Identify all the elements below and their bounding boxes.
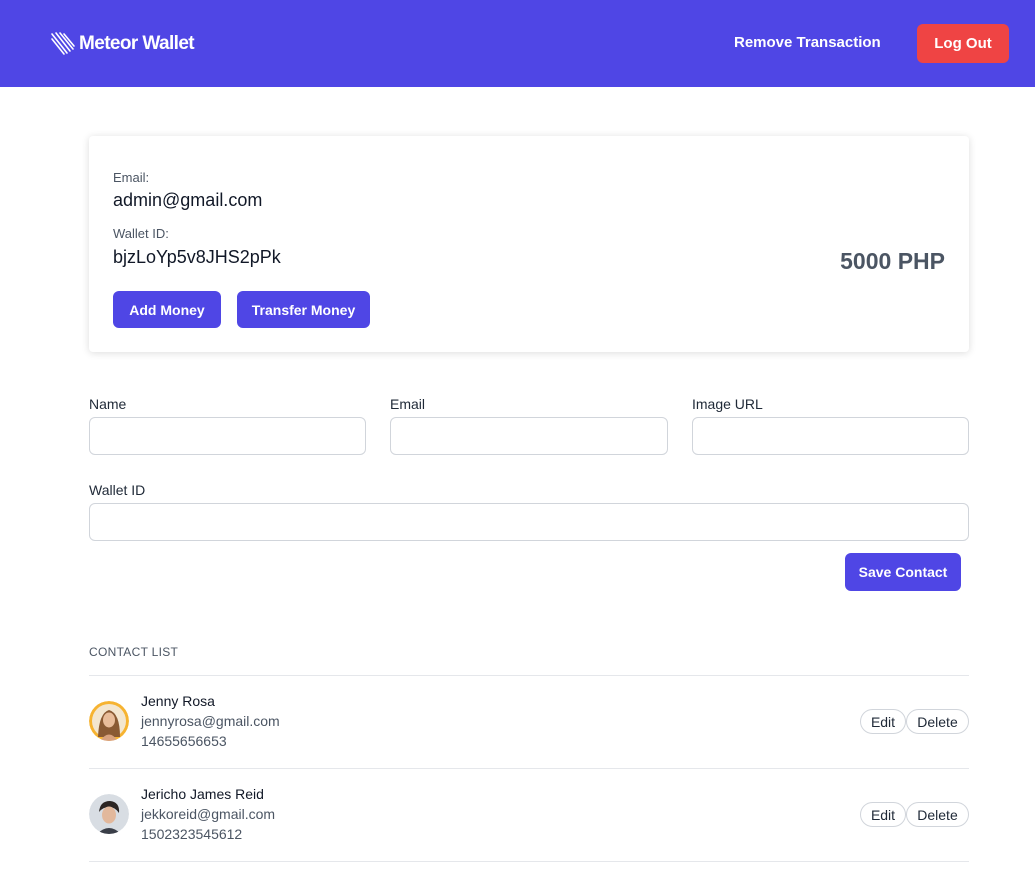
name-input[interactable] [89, 417, 366, 455]
remove-transaction-link[interactable]: Remove Transaction [734, 34, 881, 51]
image-url-label: Image URL [692, 396, 763, 412]
avatar [89, 794, 129, 834]
logout-button[interactable]: Log Out [917, 24, 1009, 63]
image-url-input[interactable] [692, 417, 969, 455]
brand-logo[interactable]: Meteor Wallet [50, 30, 195, 58]
account-card: Email: admin@gmail.com Wallet ID: bjzLoY… [89, 136, 969, 352]
save-contact-button[interactable]: Save Contact [845, 553, 961, 591]
transfer-money-button[interactable]: Transfer Money [237, 291, 370, 328]
divider [89, 861, 969, 862]
delete-button[interactable]: Delete [906, 802, 969, 827]
add-money-button[interactable]: Add Money [113, 291, 221, 328]
email-field-label: Email [390, 396, 426, 412]
wallet-id-label: Wallet ID: [113, 226, 169, 241]
edit-button[interactable]: Edit [860, 709, 906, 734]
contact-phone: 14655656653 [141, 733, 227, 749]
contact-name: Jenny Rosa [141, 693, 215, 709]
contact-list-heading: CONTACT LIST [89, 645, 179, 659]
meteor-icon [51, 32, 75, 55]
brand-name: Meteor Wallet [79, 33, 195, 54]
contact-phone: 1502323545612 [141, 826, 243, 842]
avatar [89, 701, 129, 741]
name-label: Name [89, 396, 127, 412]
delete-button[interactable]: Delete [906, 709, 969, 734]
email-label: Email: [113, 170, 150, 185]
list-item: Jericho James Reid jekkoreid@gmail.com 1… [89, 768, 969, 861]
edit-button[interactable]: Edit [860, 802, 906, 827]
wallet-id-input[interactable] [89, 503, 969, 541]
account-wallet-id: bjzLoYp5v8JHS2pPk [113, 247, 281, 267]
account-email: admin@gmail.com [113, 190, 263, 210]
contact-email: jennyrosa@gmail.com [141, 713, 280, 729]
contact-name: Jericho James Reid [141, 786, 264, 802]
list-item: Jenny Rosa jennyrosa@gmail.com 146556566… [89, 675, 969, 768]
email-input[interactable] [390, 417, 668, 455]
navbar: Meteor Wallet Remove Transaction Log Out [0, 0, 1035, 87]
wallet-id-field-label: Wallet ID [89, 482, 146, 498]
balance: 5000 PHP [840, 248, 945, 274]
contact-email: jekkoreid@gmail.com [141, 806, 276, 822]
